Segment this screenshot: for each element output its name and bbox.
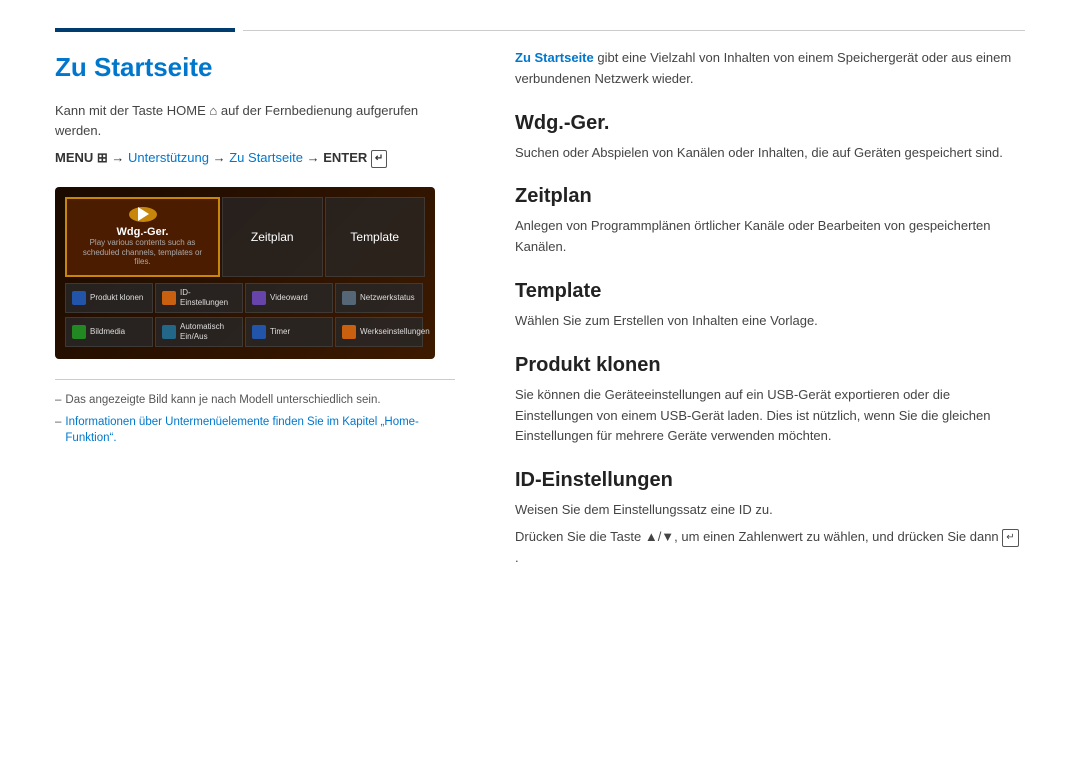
section-text-id-1: Weisen Sie dem Einstellungssatz eine ID … (515, 500, 1025, 521)
tv-bottom-timer: Timer (245, 317, 333, 347)
tv-mockup: Wdg.-Ger. Play various contents such as … (55, 187, 435, 359)
tv-icon-videoward (252, 291, 266, 305)
enter-icon-right: ↵ (1002, 529, 1018, 547)
note-text-1: Das angezeigte Bild kann je nach Modell … (65, 392, 380, 408)
tv-label-auto-ein-aus: Automatisch Ein/Aus (180, 322, 236, 341)
section-heading-wdg: Wdg.-Ger. (515, 112, 1025, 135)
tv-top-row: Wdg.-Ger. Play various contents such as … (65, 197, 425, 277)
top-bar (0, 0, 1080, 32)
note-item-1: – Das angezeigte Bild kann je nach Model… (55, 392, 455, 408)
enter-label: ENTER ↵ (323, 150, 387, 165)
tv-icon-bildmedia (72, 325, 86, 339)
page-title: Zu Startseite (55, 52, 455, 83)
note-dash-1: – (55, 392, 61, 408)
tv-bottom-id-einstellungen: ID-Einstellungen (155, 283, 243, 313)
arrow2: → (213, 150, 230, 165)
tv-label-netzwerkstatus: Netzwerkstatus (360, 293, 415, 303)
tv-bottom-row: Produkt klonen ID-Einstellungen Videowar… (65, 283, 425, 349)
right-intro: Zu Startseite gibt eine Vielzahl von Inh… (515, 48, 1025, 90)
page-container: Zu Startseite Kann mit der Taste HOME ⌂ … (0, 0, 1080, 763)
arrow1: → (111, 150, 128, 165)
play-icon (129, 207, 157, 222)
menu-label: MENU ⊞ (55, 150, 108, 165)
menu-path: MENU ⊞ → Unterstützung → Zu Startseite →… (55, 148, 455, 169)
menu-icon: ⊞ (97, 150, 108, 165)
tv-main-title: Wdg.-Ger. (117, 226, 169, 238)
tv-bottom-produkt-klonen: Produkt klonen (65, 283, 153, 313)
tv-secondary-template: Template (325, 197, 426, 277)
section-heading-produkt-klonen: Produkt klonen (515, 354, 1025, 377)
tv-icon-netzwerkstatus (342, 291, 356, 305)
section-heading-template: Template (515, 280, 1025, 303)
note-item-2: – Informationen über Untermenüelemente f… (55, 414, 455, 446)
content-wrapper: Zu Startseite Kann mit der Taste HOME ⌂ … (0, 52, 1080, 591)
tv-main-item: Wdg.-Ger. Play various contents such as … (65, 197, 220, 277)
section-heading-zeitplan: Zeitplan (515, 185, 1025, 208)
section-text-id-2: Drücken Sie die Taste ▲/▼, um einen Zahl… (515, 527, 1025, 569)
tv-bottom-videoward: Videoward (245, 283, 333, 313)
note-text-2: Informationen über Untermenüelemente fin… (65, 414, 455, 446)
section-text-zeitplan: Anlegen von Programmplänen örtlicher Kan… (515, 216, 1025, 258)
tv-bottom-netzwerkstatus: Netzwerkstatus (335, 283, 423, 313)
right-column: Zu Startseite gibt eine Vielzahl von Inh… (515, 52, 1025, 591)
tv-label-bildmedia: Bildmedia (90, 327, 125, 337)
enter-icon: ↵ (371, 150, 387, 168)
left-column: Zu Startseite Kann mit der Taste HOME ⌂ … (55, 52, 455, 591)
tv-icon-auto-ein-aus (162, 325, 176, 339)
tv-icon-timer (252, 325, 266, 339)
menu-link-support: Unterstützung (128, 150, 209, 165)
section-text-template: Wählen Sie zum Erstellen von Inhalten ei… (515, 311, 1025, 332)
progress-bar-inactive (243, 30, 1025, 31)
note-dash-2: – (55, 414, 61, 430)
arrow3: → (307, 150, 324, 165)
tv-main-subtitle: Play various contents such as scheduled … (75, 238, 210, 267)
section-text-wdg: Suchen oder Abspielen von Kanälen oder I… (515, 143, 1025, 164)
tv-bottom-werkseinstellungen: Werkseinstellungen (335, 317, 423, 347)
tv-secondary-zeitplan: Zeitplan (222, 197, 323, 277)
tv-bottom-auto-ein-aus: Automatisch Ein/Aus (155, 317, 243, 347)
tv-label-produkt-klonen: Produkt klonen (90, 293, 143, 303)
notes-section: – Das angezeigte Bild kann je nach Model… (55, 379, 455, 446)
tv-icon-id-einstellungen (162, 291, 176, 305)
section-text-produkt-klonen: Sie können die Geräteeinstellungen auf e… (515, 385, 1025, 447)
tv-icon-produkt-klonen (72, 291, 86, 305)
tv-label-id-einstellungen: ID-Einstellungen (180, 288, 236, 307)
tv-bottom-bildmedia: Bildmedia (65, 317, 153, 347)
menu-link-home: Zu Startseite (229, 150, 303, 165)
section-heading-id-einstellungen: ID-Einstellungen (515, 469, 1025, 492)
tv-label-timer: Timer (270, 327, 290, 337)
progress-bar-active (55, 28, 235, 32)
intro-text: Kann mit der Taste HOME ⌂ auf der Fernbe… (55, 101, 455, 140)
tv-icon-werkseinstellungen (342, 325, 356, 339)
tv-screen: Wdg.-Ger. Play various contents such as … (55, 187, 435, 359)
tv-label-werkseinstellungen: Werkseinstellungen (360, 327, 430, 337)
tv-label-videoward: Videoward (270, 293, 308, 303)
right-intro-link: Zu Startseite (515, 50, 594, 65)
